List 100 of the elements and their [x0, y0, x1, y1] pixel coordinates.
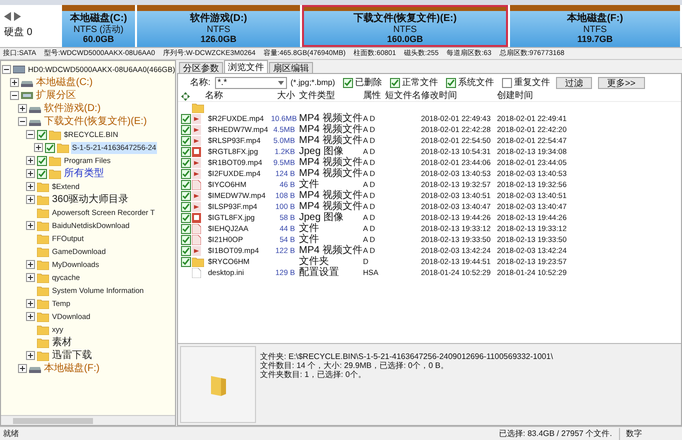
expand-toggle-icon[interactable] — [34, 143, 43, 152]
tree-item[interactable]: 扩展分区 — [35, 90, 77, 102]
video-file-icon — [192, 124, 201, 134]
checkbox[interactable] — [181, 180, 191, 190]
checkbox[interactable] — [502, 78, 512, 88]
disk-label: 硬盘 0 — [4, 26, 34, 40]
file-type: MP4 视频文件 — [299, 190, 362, 201]
filter-option-label: 正常文件 — [402, 76, 438, 89]
tab[interactable]: 分区参数 — [179, 62, 223, 73]
name-filter-dropdown[interactable]: *.* — [214, 76, 287, 88]
column-header[interactable]: 名称 — [205, 89, 271, 103]
expand-toggle-icon[interactable] — [26, 260, 35, 269]
folder-icon — [49, 168, 61, 178]
filter-hint: (*.jpg;*.bmp) — [290, 76, 335, 88]
folder-icon — [37, 234, 49, 244]
checkbox[interactable] — [181, 212, 191, 222]
tree-item[interactable]: 迅雷下载 — [51, 350, 93, 362]
checkbox[interactable] — [181, 146, 191, 156]
file-type: 配置设置 — [299, 266, 339, 278]
checkbox[interactable] — [37, 168, 47, 178]
checkbox[interactable] — [181, 124, 191, 134]
expand-toggle-icon[interactable] — [26, 299, 35, 308]
filter-option-label: 重复文件 — [514, 76, 550, 89]
folder-icon — [37, 182, 49, 192]
checkbox[interactable] — [181, 224, 191, 234]
collapse-toggle-icon[interactable] — [26, 130, 35, 139]
filter-button[interactable]: 过滤 — [556, 76, 592, 88]
checkbox[interactable] — [181, 158, 191, 168]
tree-item[interactable]: 下载文件(恢复文件)(E:) — [43, 116, 148, 128]
expand-toggle-icon[interactable] — [26, 351, 35, 360]
video-file-icon — [192, 114, 201, 124]
checkbox[interactable] — [181, 246, 191, 256]
tree-item[interactable]: 软件游戏(D:) — [43, 102, 102, 114]
checkbox[interactable] — [181, 114, 191, 124]
file-type: 文件 — [299, 178, 319, 190]
folder-icon — [37, 194, 49, 204]
partition-size: 119.7GB — [577, 34, 613, 44]
dropdown-caret-icon[interactable] — [278, 80, 284, 84]
file-type: MP4 视频文件 — [299, 124, 362, 135]
tree-item[interactable]: 所有类型 — [63, 168, 105, 180]
expand-toggle-icon[interactable] — [18, 364, 27, 373]
filter-button[interactable]: 更多>> — [598, 76, 644, 88]
expand-toggle-icon[interactable] — [26, 169, 35, 178]
settings-file-icon — [192, 268, 201, 278]
checkbox[interactable] — [181, 136, 191, 146]
partition-size: 60.0GB — [82, 34, 114, 44]
partition-icon — [21, 91, 33, 100]
column-header[interactable]: 文件类型 — [295, 89, 363, 103]
checkbox[interactable] — [446, 78, 456, 88]
tree-item[interactable]: 本地磁盘(C:) — [35, 76, 94, 88]
checkbox[interactable] — [37, 156, 47, 166]
checkbox[interactable] — [390, 78, 400, 88]
checkbox[interactable] — [181, 234, 191, 244]
collapse-toggle-icon[interactable] — [10, 91, 19, 100]
tree-item[interactable]: 素材 — [51, 336, 73, 348]
tab[interactable]: 扇区编辑 — [269, 62, 313, 73]
folder-icon — [37, 220, 49, 230]
file-system: NTFS (活动) — [74, 24, 124, 34]
video-file-icon — [192, 190, 201, 200]
partition-name: 本地磁盘(C:) — [70, 14, 128, 24]
expand-toggle-icon[interactable] — [10, 78, 19, 87]
video-file-icon — [192, 246, 201, 256]
expand-toggle-icon[interactable] — [26, 182, 35, 191]
column-header[interactable]: 创建时间 — [497, 89, 573, 103]
column-header[interactable]: 属性 — [363, 89, 385, 103]
column-header[interactable]: 修改时间 — [421, 89, 497, 103]
tree-item[interactable]: 360驱动大师目录 — [51, 194, 130, 206]
checkbox[interactable] — [45, 142, 55, 152]
file-type: MP4 视频文件 — [299, 134, 362, 146]
horizontal-scrollbar[interactable] — [1, 415, 175, 425]
folder-icon — [37, 298, 49, 308]
tab[interactable]: 浏览文件 — [224, 60, 268, 73]
image-file-icon — [192, 146, 201, 156]
partition-name: 软件游戏(D:) — [190, 14, 248, 24]
tree-item[interactable]: 本地磁盘(F:) — [43, 362, 101, 374]
expand-toggle-icon[interactable] — [18, 104, 27, 113]
collapse-toggle-icon[interactable] — [18, 117, 27, 126]
checkbox[interactable] — [181, 202, 191, 212]
file-type: 文件夹 — [299, 256, 329, 267]
column-header[interactable]: 短文件名 — [385, 89, 421, 103]
expand-toggle-icon[interactable] — [26, 156, 35, 165]
image-file-icon — [192, 212, 201, 222]
partition-size: 160.0GB — [386, 34, 424, 44]
checkbox[interactable] — [342, 78, 353, 88]
checkbox[interactable] — [37, 130, 47, 140]
checkbox[interactable] — [181, 168, 191, 178]
collapse-toggle-icon[interactable] — [2, 65, 11, 74]
expand-toggle-icon[interactable] — [26, 195, 35, 204]
drive-icon — [21, 78, 33, 86]
file-type: MP4 视频文件 — [299, 168, 362, 179]
column-header[interactable]: 大小 — [271, 89, 295, 103]
column-options-icon[interactable] — [181, 92, 190, 100]
expand-toggle-icon[interactable] — [26, 273, 35, 282]
expand-toggle-icon[interactable] — [26, 312, 35, 321]
folder-icon — [37, 324, 49, 334]
checkbox[interactable] — [181, 256, 191, 266]
name-filter-label: 名称: — [190, 76, 211, 89]
checkbox[interactable] — [181, 190, 191, 200]
expand-toggle-icon[interactable] — [26, 221, 35, 230]
file-system: NTFS — [206, 24, 230, 34]
